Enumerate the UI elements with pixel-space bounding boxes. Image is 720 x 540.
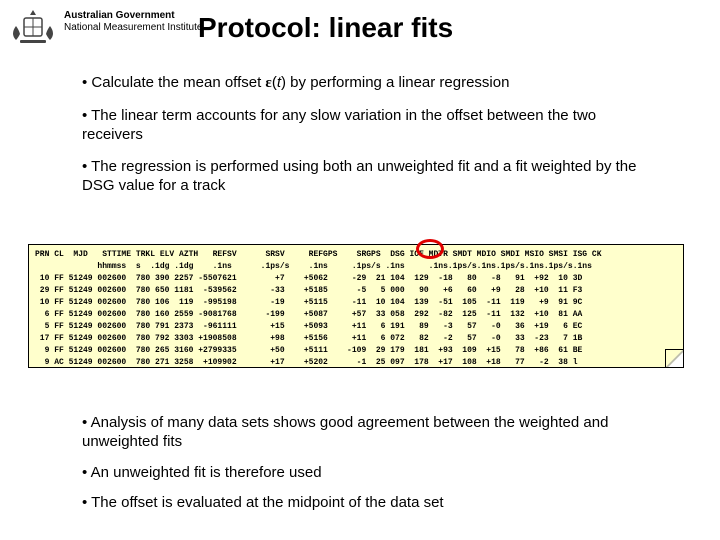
page-title: Protocol: linear fits: [198, 12, 453, 44]
bullets-bottom: • Analysis of many data sets shows good …: [82, 414, 642, 525]
slide: Australian Government National Measureme…: [0, 0, 720, 540]
bullet-2: • The linear term accounts for any slow …: [82, 107, 642, 145]
bullets-top: • Calculate the mean offset ε(t) by perf…: [82, 74, 642, 210]
data-table-wrap: PRN CL MJD STTIME TRKL ELV AZTH REFSV SR…: [28, 244, 692, 376]
dsg-highlight-circle: [416, 239, 444, 259]
bullet-5: • An unweighted fit is therefore used: [82, 464, 642, 483]
data-box: PRN CL MJD STTIME TRKL ELV AZTH REFSV SR…: [28, 244, 684, 368]
gov-line2: National Measurement Institute: [64, 22, 202, 34]
bullet-4: • Analysis of many data sets shows good …: [82, 414, 642, 452]
bullet-3: • The regression is performed using both…: [82, 158, 642, 196]
gov-line1: Australian Government: [64, 10, 202, 22]
data-text: PRN CL MJD STTIME TRKL ELV AZTH REFSV SR…: [35, 249, 677, 368]
dogear-icon: [665, 349, 684, 368]
bullet-6: • The offset is evaluated at the midpoin…: [82, 494, 642, 513]
crest-icon: [8, 6, 58, 50]
bullet-1: • Calculate the mean offset ε(t) by perf…: [82, 74, 642, 93]
header: Australian Government National Measureme…: [8, 6, 712, 54]
gov-text: Australian Government National Measureme…: [64, 10, 202, 34]
